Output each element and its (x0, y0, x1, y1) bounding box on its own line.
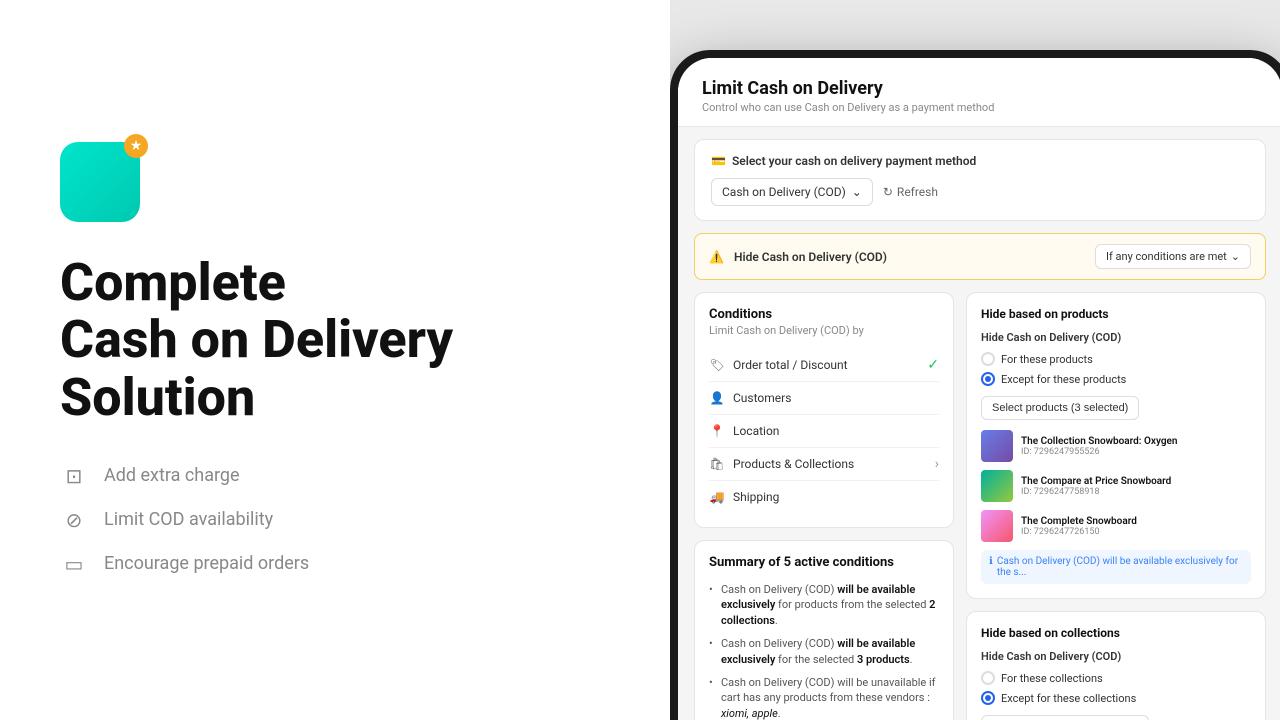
condition-label: Products & Collections (733, 457, 854, 471)
product-info-2: The Compare at Price Snowboard ID: 72962… (1021, 476, 1251, 497)
hide-products-title: Hide based on products (981, 307, 1251, 321)
star-badge: ★ (124, 134, 148, 158)
app-subtitle: Control who can use Cash on Delivery as … (702, 101, 1258, 114)
select-products-button[interactable]: Select products (3 selected) (981, 396, 1139, 420)
summary-item-2: Cash on Delivery (COD) will be available… (709, 636, 939, 667)
condition-shipping[interactable]: 🚚 Shipping (709, 481, 939, 513)
radio-circle (981, 352, 995, 366)
condition-label: Customers (733, 391, 791, 405)
summary-title: Summary of 5 active conditions (709, 555, 939, 570)
condition-location[interactable]: 📍 Location (709, 415, 939, 448)
condition-label: Location (733, 424, 779, 438)
app-icon: 💵 ★ (60, 142, 140, 222)
product-info-3: The Complete Snowboard ID: 7296247726150 (1021, 516, 1251, 537)
payment-dropdown[interactable]: Cash on Delivery (COD) ⌄ (711, 178, 873, 206)
payment-section: 💳 Select your cash on delivery payment m… (694, 139, 1266, 221)
condition-customers[interactable]: 👤 Customers (709, 382, 939, 415)
radio-except-products[interactable]: Except for these products (981, 372, 1251, 386)
refresh-icon: ↻ (883, 185, 893, 199)
screen-content: Limit Cash on Delivery Control who can u… (678, 58, 1280, 720)
app-header: Limit Cash on Delivery Control who can u… (678, 58, 1280, 127)
payment-controls: Cash on Delivery (COD) ⌄ ↻ Refresh (711, 178, 1249, 206)
hide-cod-label: Hide Cash on Delivery (COD) (734, 250, 1085, 264)
summary-item-1: Cash on Delivery (COD) will be available… (709, 582, 939, 628)
main-title: Complete Cash on Delivery Solution (60, 254, 610, 426)
left-column: Conditions Limit Cash on Delivery (COD) … (694, 292, 954, 720)
info-icon: ℹ (989, 556, 993, 567)
app-icon-emoji: 💵 (76, 154, 124, 211)
check-icon: ✓ (927, 357, 939, 373)
tag-icon: 🛍 (709, 456, 725, 472)
conditions-card-subtitle: Limit Cash on Delivery (COD) by (709, 324, 939, 337)
radio-for-these-products[interactable]: For these products (981, 352, 1251, 366)
product-item-2: The Compare at Price Snowboard ID: 72962… (981, 470, 1251, 502)
conditions-card: Conditions Limit Cash on Delivery (COD) … (694, 292, 954, 528)
product-thumb-1 (981, 430, 1013, 462)
condition-label: Shipping (733, 490, 779, 504)
condition-label: Order total / Discount (733, 358, 848, 372)
payment-label: 💳 Select your cash on delivery payment m… (711, 154, 1249, 168)
user-icon: 👤 (709, 390, 725, 406)
radio-group-collections: For these collections Except for these c… (981, 671, 1251, 705)
product-thumb-3 (981, 510, 1013, 542)
main-columns: Conditions Limit Cash on Delivery (COD) … (678, 292, 1280, 720)
hide-cod-collections-label: Hide Cash on Delivery (COD) (981, 650, 1251, 663)
product-item-1: The Collection Snowboard: Oxygen ID: 729… (981, 430, 1251, 462)
charge-icon: ⊡ (60, 462, 88, 490)
right-column: Hide based on products Hide Cash on Deli… (966, 292, 1266, 720)
left-panel: 💵 ★ Complete Cash on Delivery Solution ⊡… (0, 0, 670, 720)
select-collections-button[interactable]: Select collections (2 selected) (981, 715, 1149, 720)
hide-cod-products-label: Hide Cash on Delivery (COD) (981, 331, 1251, 344)
arrow-right-icon: › (935, 456, 939, 472)
radio-circle-selected (981, 372, 995, 386)
condition-products[interactable]: 🛍 Products & Collections › (709, 448, 939, 481)
product-thumb-2 (981, 470, 1013, 502)
tag-icon: 🏷 (709, 357, 725, 373)
product-item-3: The Complete Snowboard ID: 7296247726150 (981, 510, 1251, 542)
refresh-button[interactable]: ↻ Refresh (883, 185, 938, 199)
chevron-down-icon: ⌄ (1231, 250, 1240, 263)
app-title: Limit Cash on Delivery (702, 78, 1258, 99)
product-info-1: The Collection Snowboard: Oxygen ID: 729… (1021, 436, 1251, 457)
tablet-screen: Limit Cash on Delivery Control who can u… (678, 58, 1280, 720)
radio-group-products: For these products Except for these prod… (981, 352, 1251, 386)
conditions-card-title: Conditions (709, 307, 939, 322)
tablet-mockup: Limit Cash on Delivery Control who can u… (670, 50, 1280, 720)
features-list: ⊡ Add extra charge ⊘ Limit COD availabil… (60, 462, 610, 578)
condition-order-total[interactable]: 🏷 Order total / Discount ✓ (709, 349, 939, 382)
warning-icon: ⚠️ (709, 250, 724, 264)
right-panel: Limit Cash on Delivery Control who can u… (670, 0, 1280, 720)
lock-icon: ⊘ (60, 506, 88, 534)
hide-products-card: Hide based on products Hide Cash on Deli… (966, 292, 1266, 599)
feature-extra-charge: ⊡ Add extra charge (60, 462, 610, 490)
feature-limit-cod: ⊘ Limit COD availability (60, 506, 610, 534)
chevron-down-icon: ⌄ (852, 185, 862, 199)
summary-card: Summary of 5 active conditions Cash on D… (694, 540, 954, 720)
radio-except-collections[interactable]: Except for these collections (981, 691, 1251, 705)
card-icon: ▭ (60, 550, 88, 578)
hide-cod-row: ⚠️ Hide Cash on Delivery (COD) If any co… (694, 233, 1266, 280)
radio-circle (981, 671, 995, 685)
location-icon: 📍 (709, 423, 725, 439)
feature-prepaid: ▭ Encourage prepaid orders (60, 550, 610, 578)
truck-icon: 🚚 (709, 489, 725, 505)
radio-circle-selected (981, 691, 995, 705)
info-message: ℹ Cash on Delivery (COD) will be availab… (981, 550, 1251, 584)
conditions-dropdown[interactable]: If any conditions are met ⌄ (1095, 244, 1251, 269)
hide-collections-title: Hide based on collections (981, 626, 1251, 640)
summary-item-3: Cash on Delivery (COD) will be unavailab… (709, 675, 939, 720)
radio-for-these-collections[interactable]: For these collections (981, 671, 1251, 685)
hide-collections-card: Hide based on collections Hide Cash on D… (966, 611, 1266, 720)
